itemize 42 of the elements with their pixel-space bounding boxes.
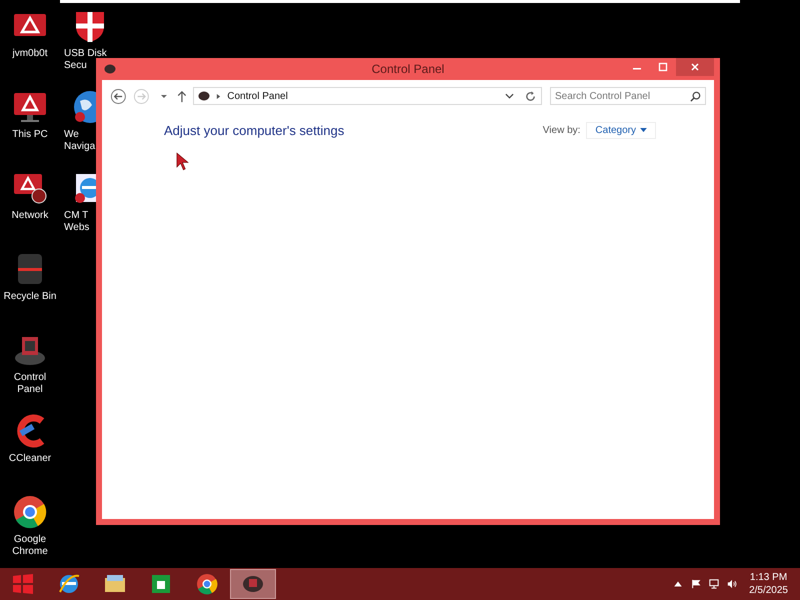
close-button[interactable] — [676, 58, 714, 76]
window-title: Control Panel — [370, 62, 446, 76]
desktop-icon-label[interactable]: We Naviga — [64, 129, 96, 153]
recent-locations-caret-icon[interactable] — [160, 92, 168, 100]
chrome-icon — [195, 572, 219, 596]
breadcrumb-arrow-icon[interactable] — [216, 92, 222, 100]
caret-icon — [640, 128, 647, 133]
desktop-icon-label[interactable]: Control Panel — [1, 372, 59, 396]
address-bar[interactable]: Control Panel — [193, 87, 542, 105]
close-icon — [690, 62, 700, 72]
desktop-icon-label[interactable]: Recycle Bin — [1, 291, 59, 303]
cursor-icon — [176, 152, 189, 171]
desktop-icon-label[interactable]: jvm0b0t — [1, 48, 59, 60]
browser-e-icon — [57, 572, 81, 596]
chrome-icon[interactable] — [12, 494, 48, 530]
show-hidden-icons-button[interactable] — [673, 579, 684, 589]
desktop-icon-label[interactable]: Google Chrome — [1, 534, 59, 558]
desktop-icon-label[interactable]: CCleaner — [1, 453, 59, 465]
page-heading: Adjust your computer's settings — [164, 123, 344, 138]
up-arrow-icon[interactable] — [177, 90, 188, 102]
store-icon — [149, 572, 173, 596]
maximize-icon — [658, 62, 668, 72]
breadcrumb-item[interactable]: Control Panel — [227, 90, 288, 102]
refresh-icon[interactable] — [524, 90, 537, 102]
taskbar-button[interactable] — [230, 569, 276, 599]
view-by-dropdown[interactable]: Category — [586, 122, 656, 139]
date-text: 2/5/2025 — [749, 584, 788, 597]
search-field[interactable]: Search Control Panel — [550, 87, 706, 105]
view-by-label: View by: — [542, 125, 580, 136]
desktop-icon-label[interactable]: Network — [1, 210, 59, 222]
time-text: 1:13 PM — [750, 571, 788, 584]
back-button[interactable] — [110, 88, 127, 104]
search-icon[interactable] — [690, 91, 701, 102]
flag-icon[interactable] — [691, 579, 702, 589]
desktop-icon-label[interactable]: CM T Webs — [64, 210, 90, 234]
windows-logo-icon — [11, 572, 35, 596]
desktop-icon-label[interactable]: This PC — [1, 129, 59, 141]
desktop-icon-label[interactable]: USB Disk Secu — [64, 48, 107, 72]
volume-icon[interactable] — [727, 579, 738, 589]
chevron-down-icon[interactable] — [505, 93, 514, 99]
clock[interactable]: 1:13 PM 2/5/2025 — [749, 571, 788, 597]
network-icon[interactable] — [709, 579, 720, 589]
